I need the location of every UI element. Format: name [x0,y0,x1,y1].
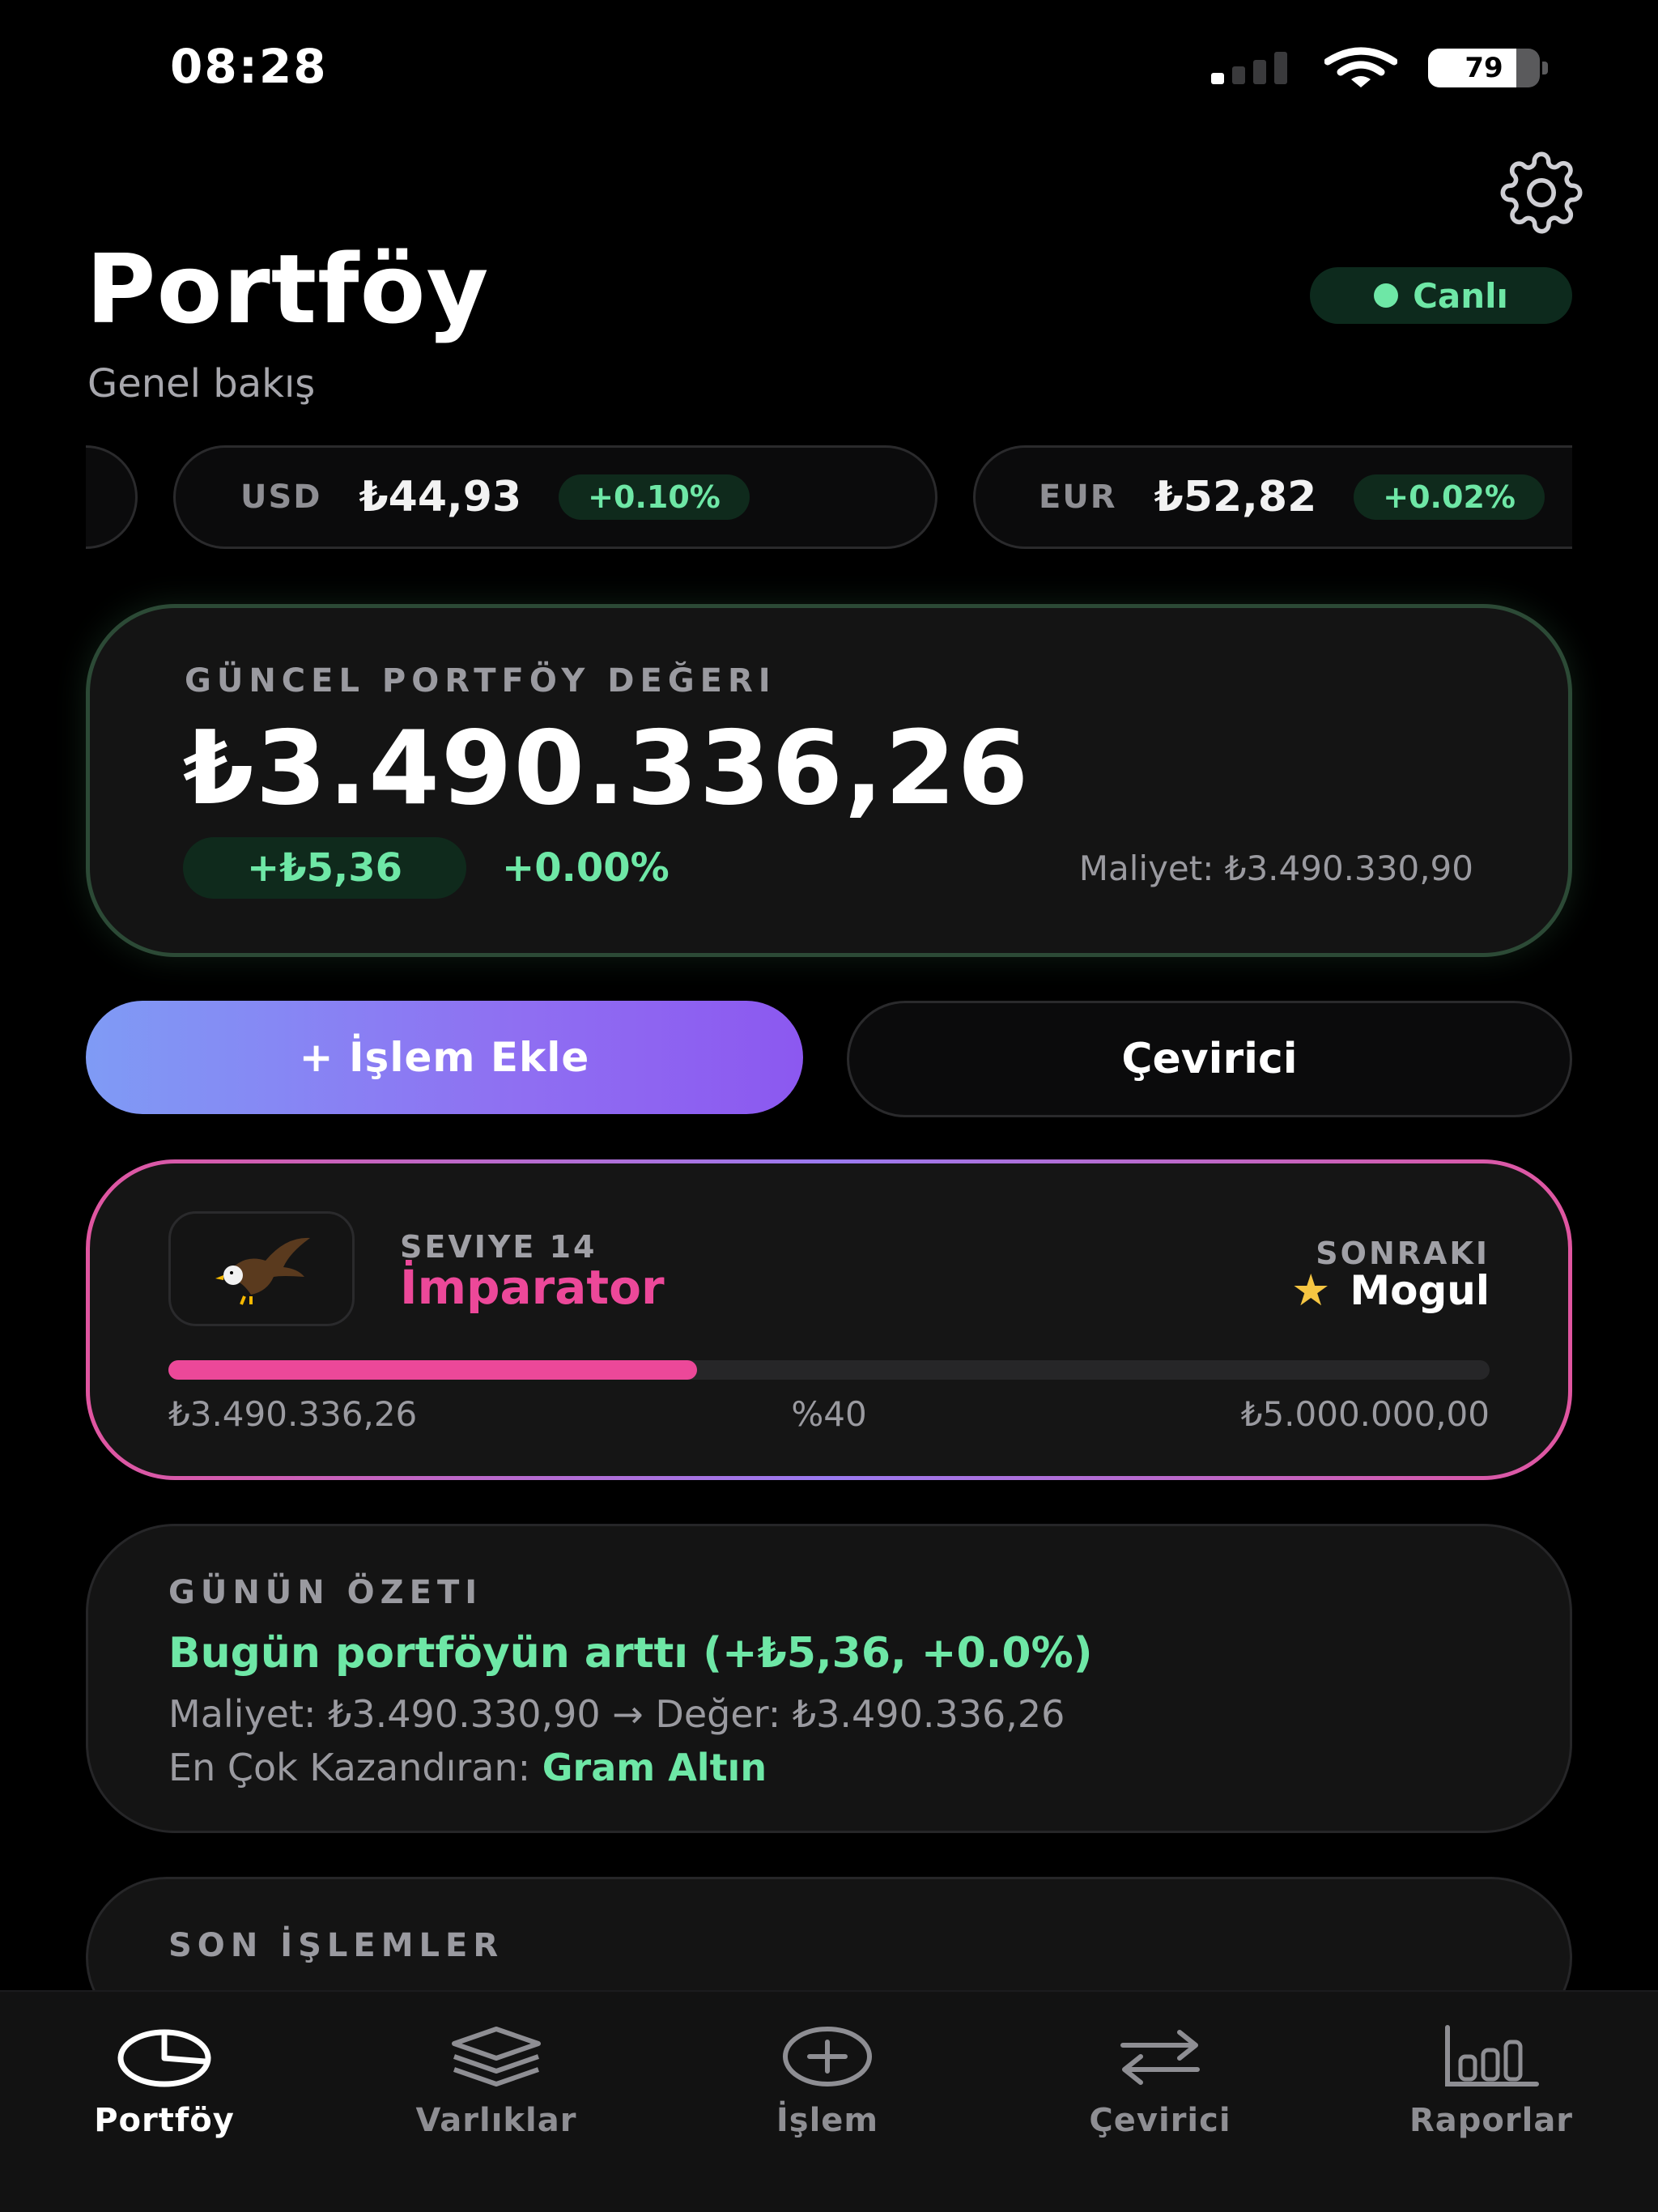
level-progress-fill [168,1360,697,1380]
live-label: Canlı [1413,275,1508,316]
next-level: ★ Mogul [1291,1265,1490,1316]
converter-button[interactable]: Çevirici [847,1001,1572,1117]
level-target-value: ₺5.000.000,00 [1240,1394,1490,1434]
page-subtitle: Genel bakış [87,361,316,406]
nav-label: Raporlar [1409,2102,1574,2139]
nav-label: Varlıklar [415,2102,577,2139]
ticker-price: ₺44,93 [359,473,522,521]
ticker-change: +0.02% [1354,474,1545,520]
ticker-change: +0.10% [559,474,750,520]
ticker-code: EUR [1039,479,1117,516]
next-level-name: Mogul [1350,1266,1490,1314]
plus-circle-icon [783,2027,872,2087]
bar-chart-icon [1445,2025,1539,2087]
level-progress-bar [168,1360,1490,1380]
nav-label: İşlem [776,2102,879,2139]
add-transaction-button[interactable]: + İşlem Ekle [86,1001,803,1114]
top-gainer-line: En Çok Kazandıran: Gram Altın [168,1746,767,1789]
top-gainer-value: Gram Altın [542,1746,767,1789]
settings-gear-icon[interactable] [1499,151,1584,235]
ticker-price: ₺52,82 [1154,473,1317,521]
top-gainer-label: En Çok Kazandıran: [168,1746,531,1789]
portfolio-value: ₺3.490.336,26 [183,708,1031,827]
currency-ticker[interactable]: USD ₺44,93 +0.10% EUR ₺52,82 +0.02% [86,445,1572,551]
daily-summary-cost-line: Maliyet: ₺3.490.330,90 → Değer: ₺3.490.3… [168,1692,1065,1736]
portfolio-change-percent: +0.00% [502,845,670,891]
ticker-item-eur[interactable]: EUR ₺52,82 +0.02% [973,445,1572,549]
nav-label: Portföy [94,2102,235,2139]
nav-label: Çevirici [1089,2102,1231,2139]
page-title: Portföy [86,233,490,345]
recent-transactions-label: SON İŞLEMLER [168,1927,504,1964]
ticker-item-previous[interactable] [86,445,138,549]
portfolio-change-badge: +₺5,36 [183,837,466,899]
live-status-badge: Canlı [1310,267,1572,324]
nav-item-assets[interactable]: Varlıklar [375,2024,618,2146]
star-icon: ★ [1290,1265,1331,1316]
eagle-icon [215,1237,310,1305]
battery-level: 79 [1465,52,1503,84]
pie-chart-icon [117,2029,211,2087]
daily-summary-label: GÜNÜN ÖZETI [168,1574,483,1611]
nav-item-converter[interactable]: Çevirici [1039,2024,1282,2146]
nav-item-transaction[interactable]: İşlem [706,2024,949,2146]
level-title: İmparator [400,1260,665,1315]
swap-arrows-icon [1120,2030,1200,2085]
level-avatar [168,1211,355,1326]
battery-icon: 79 [1428,49,1550,87]
nav-item-reports[interactable]: Raporlar [1370,2024,1613,2146]
daily-summary-headline: Bugün portföyün arttı (+₺5,36, +0.0%) [168,1629,1093,1678]
wifi-icon [1324,47,1397,87]
portfolio-cost: Maliyet: ₺3.490.330,90 [1078,849,1473,888]
portfolio-value-label: GÜNCEL PORTFÖY DEĞERI [185,662,776,700]
layers-icon [452,2027,541,2087]
ticker-code: USD [240,479,322,516]
ticker-item-usd[interactable]: USD ₺44,93 +0.10% [173,445,937,549]
cellular-signal-icon [1211,50,1294,84]
live-dot-icon [1374,283,1399,308]
status-time: 08:28 [170,39,328,94]
nav-item-portfolio[interactable]: Portföy [43,2024,286,2146]
